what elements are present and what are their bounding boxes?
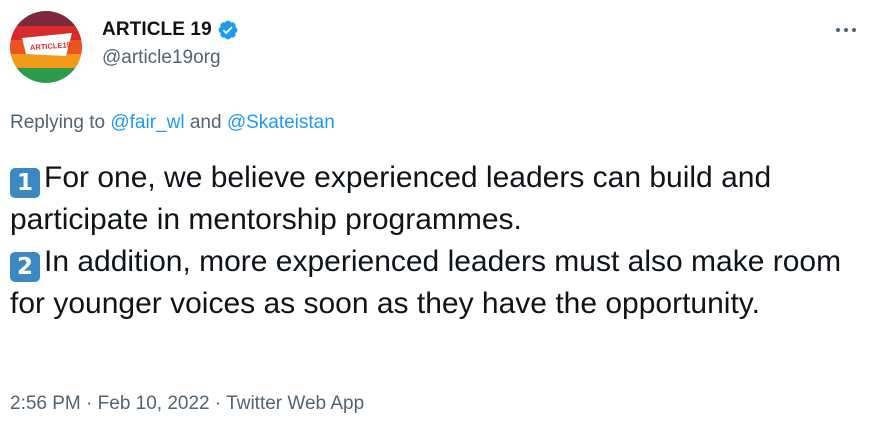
handle[interactable]: @article19org: [102, 47, 239, 69]
tweet-card: ARTICLE19 ARTICLE 19 @article19org Reply…: [0, 0, 874, 433]
display-name[interactable]: ARTICLE 19: [102, 19, 212, 41]
verified-badge-icon: [218, 20, 238, 40]
point-2: 2 In addition, more experienced leaders m…: [10, 241, 868, 325]
ellipsis-icon: [836, 28, 840, 32]
tweet-timestamp[interactable]: 2:56 PM · Feb 10, 2022 · Twitter Web App: [10, 393, 364, 415]
point-1: 1 For one, we believe experienced leaders…: [10, 157, 868, 241]
point-1-text: For one, we believe experienced leaders …: [10, 161, 772, 236]
author-block: ARTICLE 19 @article19org: [102, 16, 239, 69]
keycap-one-icon: 1: [10, 168, 40, 198]
article19-logo: ARTICLE19: [10, 11, 82, 83]
replying-to: Replying to @fair_wl and @Skateistan: [10, 112, 335, 134]
ellipsis-icon: [844, 28, 848, 32]
avatar[interactable]: ARTICLE19: [10, 11, 82, 83]
keycap-two-icon: 2: [10, 252, 40, 282]
tweet-text: 1 For one, we believe experienced leaders…: [10, 157, 868, 325]
mention-skateistan[interactable]: @Skateistan: [227, 112, 335, 133]
replying-joiner: and: [189, 112, 222, 133]
replying-prefix: Replying to: [10, 112, 106, 133]
more-options-button[interactable]: [836, 20, 856, 40]
mention-fair-wl[interactable]: @fair_wl: [110, 112, 184, 133]
point-2-text: In addition, more experienced leaders mu…: [10, 245, 842, 320]
ellipsis-icon: [852, 28, 856, 32]
